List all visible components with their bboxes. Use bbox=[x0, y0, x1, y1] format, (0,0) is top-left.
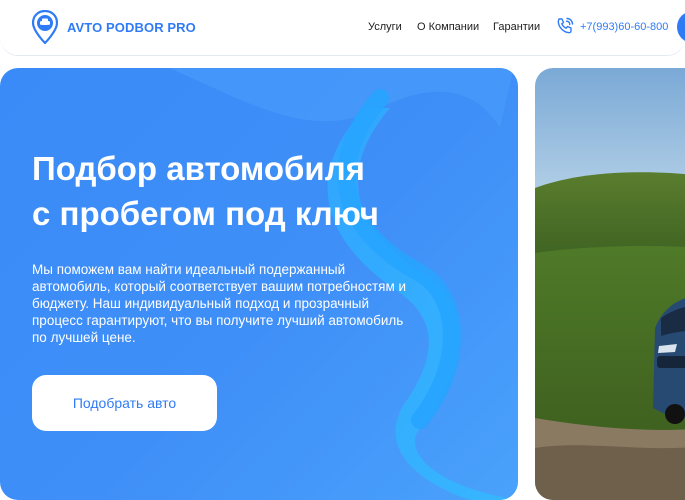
site-header: AVTO PODBOR PRO Услуги О Компании Гарант… bbox=[0, 0, 685, 56]
hero-title-line2: с пробегом под ключ bbox=[32, 195, 379, 232]
car-photo-image bbox=[535, 68, 685, 500]
hero-car-photo bbox=[535, 68, 685, 500]
hero-title: Подбор автомобиля с пробегом под ключ bbox=[32, 146, 472, 236]
phone-ringing-icon bbox=[557, 17, 574, 34]
hero-section: Подбор автомобиля с пробегом под ключ Мы… bbox=[0, 68, 518, 500]
pick-car-button[interactable]: Подобрать авто bbox=[32, 375, 217, 431]
header-callback-button[interactable] bbox=[677, 11, 685, 43]
car-pin-icon[interactable] bbox=[32, 10, 58, 44]
nav-item-guarantees[interactable]: Гарантии bbox=[493, 21, 540, 33]
phone-number[interactable]: +7(993)60-60-800 bbox=[580, 21, 668, 33]
hero-title-line1: Подбор автомобиля bbox=[32, 150, 365, 187]
hero-description: Мы поможем вам найти идеальный подержанн… bbox=[32, 262, 407, 345]
nav-item-services[interactable]: Услуги bbox=[368, 21, 402, 33]
brand-name[interactable]: AVTO PODBOR PRO bbox=[67, 20, 196, 35]
nav-item-about[interactable]: О Компании bbox=[417, 21, 479, 33]
